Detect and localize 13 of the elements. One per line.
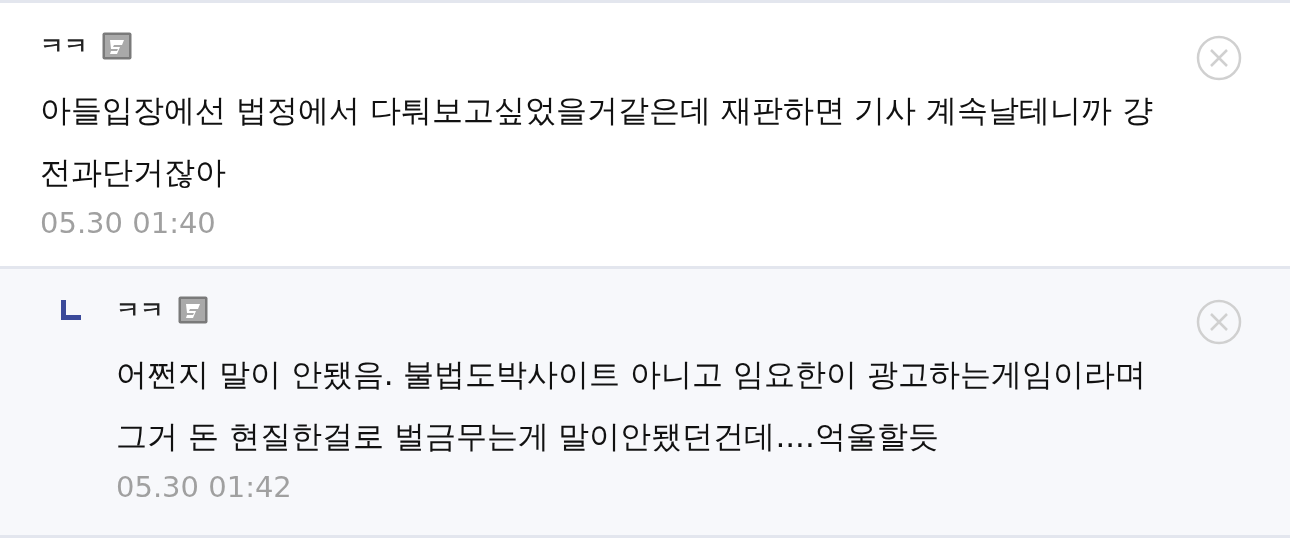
comment-text: 아들입장에선 법정에서 다퉈보고싶었을거같은데 재판하면 기사 계속날테니까 걍 bbox=[40, 91, 1154, 130]
level-badge-icon bbox=[102, 32, 132, 60]
level-badge-icon bbox=[178, 296, 208, 324]
comment-date: 05.30 01:40 bbox=[40, 205, 216, 242]
author-name[interactable]: ㅋㅋ bbox=[40, 34, 88, 58]
close-icon[interactable] bbox=[1196, 35, 1242, 81]
comment-date: 05.30 01:42 bbox=[116, 469, 292, 506]
author-name[interactable]: ㅋㅋ bbox=[116, 298, 164, 322]
comment-text: 어쩐지 말이 안됐음. 불법도박사이트 아니고 임요한이 광고하는게임이라며 bbox=[116, 355, 1146, 394]
comment-text: 전과단거잖아 bbox=[40, 153, 226, 192]
reply-arrow-icon bbox=[60, 299, 82, 321]
comment-text: 그거 돈 현질한걸로 벌금무는게 말이안됐던건데....억울할듯 bbox=[116, 417, 939, 456]
close-icon[interactable] bbox=[1196, 299, 1242, 345]
